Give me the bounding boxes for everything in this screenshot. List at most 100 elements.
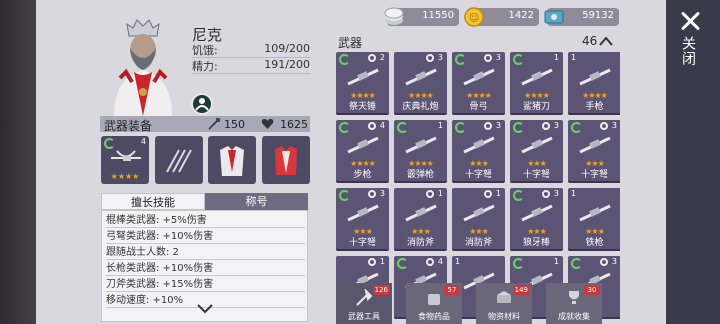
- weapon-label: 十字弩: [348, 238, 376, 248]
- vest-icon: [275, 146, 297, 175]
- weapon-count: 1: [437, 121, 443, 130]
- weapon-icon: [521, 68, 553, 86]
- hunger-stat: 饥饿: 109/200: [192, 42, 310, 58]
- weapon-card[interactable]: 3 ★★★ 十字弩: [568, 120, 620, 183]
- equip-slot-stars: ★★★★: [110, 172, 140, 181]
- gold-amount: 1422: [508, 10, 534, 21]
- weapon-icon: [579, 136, 611, 154]
- weapon-icon: [347, 136, 379, 154]
- weapon-label: 消防斧: [406, 238, 434, 248]
- weapon-card[interactable]: 2 ★★★★ 祭天锤: [336, 52, 389, 115]
- gear-icon: [600, 258, 608, 266]
- weapon-count: 1: [553, 257, 559, 266]
- chevron-down-icon[interactable]: [196, 302, 214, 316]
- category-tab[interactable]: 57 食物药品: [406, 283, 462, 324]
- category-tab[interactable]: 149 物资材料: [476, 283, 532, 324]
- weapon-count: 1: [495, 189, 501, 198]
- weapon-card[interactable]: 3 ★★★ 十字弩: [510, 120, 563, 183]
- weapon-count: 1: [571, 189, 577, 198]
- weapon-label: 骨弓: [469, 102, 488, 112]
- weapon-stars: ★★★★: [350, 91, 376, 100]
- weapon-card[interactable]: 1 ★★★ 消防斧: [394, 188, 447, 251]
- gear-icon: [542, 190, 550, 198]
- skill-row: 弓弩类武器: +10%伤害: [106, 229, 305, 244]
- gear-icon: [484, 190, 492, 198]
- skill-tree-button[interactable]: [191, 93, 213, 115]
- close-icon[interactable]: [679, 10, 701, 32]
- chevron-up-icon[interactable]: [598, 35, 614, 47]
- weapon-icon: [579, 68, 611, 86]
- weapon-stars: ★★★: [585, 159, 605, 168]
- weapon-icon: [405, 136, 437, 154]
- tab-label: 成就收集: [558, 312, 590, 321]
- weapon-count: 3: [495, 53, 501, 62]
- weapon-card[interactable]: 3 ★★★★ 庆典礼炮: [394, 52, 447, 115]
- weapon-stars: ★★★★: [408, 91, 434, 100]
- gear-icon: [484, 54, 492, 62]
- weapons-title: 武器: [338, 36, 363, 50]
- weapon-label: 铁枪: [585, 238, 604, 248]
- trophy-icon: [569, 291, 579, 304]
- gear-icon: [542, 122, 550, 130]
- tab-skills[interactable]: 擅长技能: [101, 193, 205, 210]
- food-icon: [428, 294, 440, 305]
- category-tab[interactable]: 126 武器工具: [336, 283, 392, 324]
- weapon-card[interactable]: 1 ★★★★ 霰弹枪: [394, 120, 447, 183]
- energy-value: 191/200: [264, 58, 310, 71]
- category-tab[interactable]: 30 成就收集: [546, 283, 602, 324]
- weapon-count: 3: [553, 121, 559, 130]
- weapon-count: 1: [571, 53, 577, 62]
- weapon-stars: ★★★★: [582, 91, 608, 100]
- equip-slot-count: 4: [140, 137, 146, 146]
- weapon-card[interactable]: 4 ★★★★ 步枪: [336, 120, 389, 183]
- defense-value: 1625: [280, 118, 308, 131]
- character-portrait: [114, 19, 172, 116]
- silver-amount: 11550: [422, 10, 454, 21]
- materials-icon: [497, 291, 511, 303]
- svg-text:☺: ☺: [469, 13, 479, 24]
- weapon-count: 4: [437, 257, 443, 266]
- weapon-card[interactable]: 3 ★★★★ 骨弓: [452, 52, 505, 115]
- equip-slot-claw[interactable]: [155, 136, 203, 184]
- close-label[interactable]: 关闭: [680, 36, 698, 66]
- weapon-card[interactable]: 3 ★★★ 十字弩: [452, 120, 505, 183]
- attack-value: 150: [224, 118, 245, 131]
- gear-icon: [368, 122, 376, 130]
- cash-amount: 59132: [582, 10, 614, 21]
- weapon-label: 鲨猪刀: [522, 102, 550, 112]
- silver-coins-icon: [384, 7, 404, 25]
- weapon-card[interactable]: 1 ★★★ 铁枪: [568, 188, 620, 251]
- weapon-label: 十字弩: [522, 170, 550, 180]
- weapon-label: 祭天锤: [348, 102, 376, 112]
- equip-slot-vest[interactable]: [262, 136, 310, 184]
- weapon-card[interactable]: 1 ★★★★ 手枪: [568, 52, 620, 115]
- resource-silver: 11550: [384, 7, 459, 26]
- weapon-card[interactable]: 1 ★★★★ 鲨猪刀: [510, 52, 563, 115]
- weapon-count: 3: [379, 189, 385, 198]
- gear-icon: [426, 258, 434, 266]
- weapon-card[interactable]: 3 ★★★ 十字弩: [336, 188, 389, 251]
- weapon-count: 3: [437, 53, 443, 62]
- equip-slot-weapon[interactable]: 4 ★★★★: [101, 136, 149, 184]
- gear-icon: [368, 54, 376, 62]
- skill-row: 跟随战士人数: 2: [106, 245, 305, 260]
- weapon-icon: [347, 204, 379, 222]
- tab-titles[interactable]: 称号: [205, 193, 308, 210]
- weapon-label: 十字弩: [464, 170, 492, 180]
- weapon-label: 消防斧: [464, 238, 492, 248]
- weapon-count: 3: [553, 189, 559, 198]
- weapon-label: 狼牙棒: [522, 238, 550, 248]
- equip-slot-armor[interactable]: [208, 136, 256, 184]
- tab-badge: 30: [584, 285, 600, 295]
- weapon-stars: ★★★: [469, 227, 489, 236]
- weapon-stars: ★★★: [585, 227, 605, 236]
- background-left-strip: [0, 0, 36, 324]
- weapon-icon: [579, 204, 611, 222]
- weapon-stars: ★★★★: [408, 159, 434, 168]
- weapon-card[interactable]: 1 ★★★ 消防斧: [452, 188, 505, 251]
- weapon-card[interactable]: 3 ★★★ 狼牙棒: [510, 188, 563, 251]
- skill-tabs: 擅长技能 称号: [101, 193, 308, 210]
- weapon-count: 1: [455, 257, 461, 266]
- weapon-count: 2: [379, 53, 385, 62]
- weapon-label: 霰弹枪: [406, 170, 434, 180]
